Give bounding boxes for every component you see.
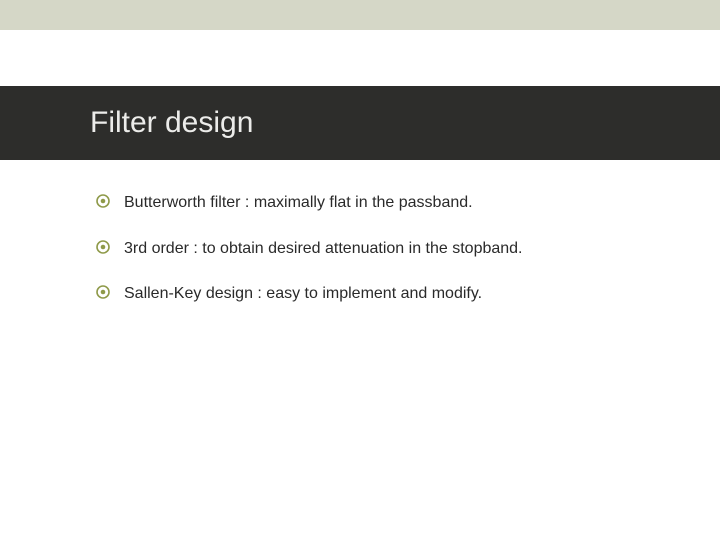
bullet-list: Butterworth filter : maximally flat in t… [0, 160, 720, 305]
slide-title: Filter design [90, 106, 720, 140]
list-item: Butterworth filter : maximally flat in t… [96, 192, 720, 214]
target-bullet-icon [96, 194, 110, 208]
bullet-text: Sallen-Key design : easy to implement an… [124, 283, 482, 305]
title-band: Filter design [0, 86, 720, 160]
target-bullet-icon [96, 240, 110, 254]
target-bullet-icon [96, 285, 110, 299]
decorative-top-bar [0, 0, 720, 30]
bullet-text: Butterworth filter : maximally flat in t… [124, 192, 473, 214]
bullet-text: 3rd order : to obtain desired attenuatio… [124, 238, 523, 260]
list-item: 3rd order : to obtain desired attenuatio… [96, 238, 720, 260]
list-item: Sallen-Key design : easy to implement an… [96, 283, 720, 305]
